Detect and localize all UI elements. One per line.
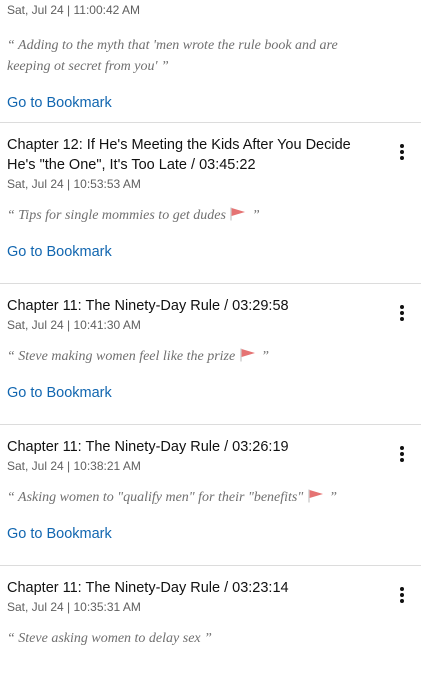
bookmark-note: “ Steve making women feel like the prize… — [7, 348, 270, 364]
bookmark-timestamp: Sat, Jul 24 | 11:00:42 AM — [7, 3, 140, 17]
bookmark-timestamp: Sat, Jul 24 | 10:41:30 AM — [7, 318, 141, 332]
bookmark-item: Sat, Jul 24 | 11:00:42 AM “ Adding to th… — [0, 0, 421, 123]
bookmark-title: Chapter 11: The Ninety-Day Rule / 03:29:… — [7, 298, 289, 314]
flag-icon — [230, 207, 246, 221]
bookmark-note: “ Steve asking women to delay sex ” — [7, 631, 212, 646]
more-options-icon[interactable] — [397, 144, 407, 164]
bookmark-timestamp: Sat, Jul 24 | 10:38:21 AM — [7, 459, 141, 473]
bookmark-title: Chapter 11: The Ninety-Day Rule / 03:26:… — [7, 439, 289, 455]
go-to-bookmark-link[interactable]: Go to Bookmark — [7, 94, 381, 112]
go-to-bookmark-link[interactable]: Go to Bookmark — [7, 525, 381, 543]
bookmark-list: Sat, Jul 24 | 11:00:42 AM “ Adding to th… — [0, 0, 421, 676]
bookmark-item: Chapter 11: The Ninety-Day Rule / 03:23:… — [0, 566, 421, 676]
more-options-icon[interactable] — [397, 305, 407, 325]
bookmark-timestamp: Sat, Jul 24 | 10:53:53 AM — [7, 177, 141, 191]
bookmark-note: “ Tips for single mommies to get dudes ” — [7, 207, 260, 223]
bookmark-title: Chapter 12: If He's Meeting the Kids Aft… — [7, 137, 351, 173]
bookmark-item: Chapter 11: The Ninety-Day Rule / 03:29:… — [0, 284, 421, 425]
more-options-icon[interactable] — [397, 446, 407, 466]
more-options-icon[interactable] — [397, 587, 407, 607]
bookmark-title: Chapter 11: The Ninety-Day Rule / 03:23:… — [7, 580, 289, 596]
go-to-bookmark-link[interactable]: Go to Bookmark — [7, 384, 381, 402]
bookmark-timestamp: Sat, Jul 24 | 10:35:31 AM — [7, 600, 141, 614]
bookmark-item: Chapter 11: The Ninety-Day Rule / 03:26:… — [0, 425, 421, 566]
bookmark-note: “ Adding to the myth that 'men wrote the… — [7, 38, 338, 74]
flag-icon — [308, 489, 323, 503]
bookmark-item: Chapter 12: If He's Meeting the Kids Aft… — [0, 123, 421, 284]
go-to-bookmark-link[interactable]: Go to Bookmark — [7, 243, 381, 261]
flag-icon — [240, 348, 255, 362]
bookmark-note: “ Asking women to "qualify men" for thei… — [7, 489, 338, 505]
